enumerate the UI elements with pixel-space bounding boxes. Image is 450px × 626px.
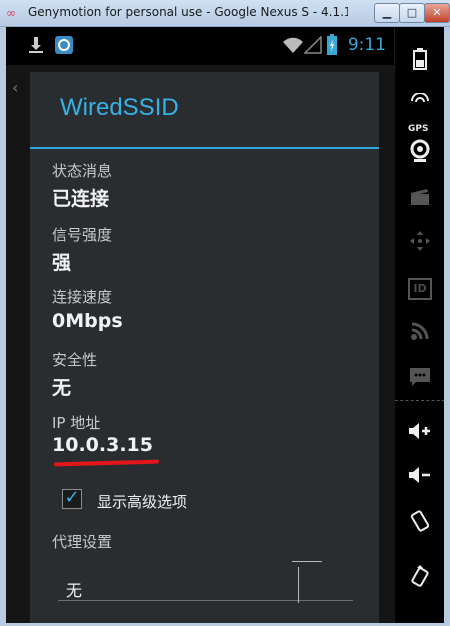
title-divider (30, 147, 379, 149)
genymotion-side-panel: GPS ID (394, 27, 444, 623)
battery-icon[interactable] (395, 39, 444, 79)
dialog-title: WiredSSID (60, 94, 179, 121)
link-speed-value: 0Mbps (52, 310, 123, 332)
emulator-device: 9:11 ‹ WiredSSID 状态消息 已连接 信号强度 强 连接速度 0M… (6, 27, 444, 623)
ip-address-label: IP 地址 (52, 414, 101, 432)
volume-up-icon[interactable] (395, 411, 444, 451)
status-label: 状态消息 (52, 162, 113, 180)
genymotion-logo-icon: ∞ (6, 6, 16, 20)
panel-separator (395, 400, 444, 401)
proxy-settings-label: 代理设置 (52, 533, 113, 551)
ip-address-value: 10.0.3.15 (52, 434, 153, 456)
camera-icon[interactable] (395, 131, 444, 171)
cursor-crosshair (292, 561, 322, 562)
signal-strength-value: 强 (52, 252, 72, 274)
wifi-info-dialog: WiredSSID 状态消息 已连接 信号强度 强 连接速度 0Mbps 安全性… (30, 72, 379, 623)
ip-highlight-underline (53, 459, 160, 467)
rss-icon[interactable] (395, 311, 444, 351)
status-time: 9:11 (347, 35, 386, 55)
rotate-icon[interactable] (395, 557, 444, 597)
close-button[interactable]: ✕ (424, 3, 450, 23)
minimize-button[interactable]: ▁ (374, 3, 400, 23)
proxy-settings-value[interactable]: 无 (66, 577, 82, 601)
advanced-options-label[interactable]: 显示高级选项 (97, 491, 187, 512)
signal-strength-label: 信号强度 (52, 226, 113, 244)
battery-status-icon (326, 34, 338, 60)
id-icon[interactable]: ID (395, 267, 444, 307)
android-screen: ‹ WiredSSID 状态消息 已连接 信号强度 强 连接速度 0Mbps 安… (6, 65, 394, 623)
back-chevron-icon[interactable]: ‹ (12, 78, 18, 97)
security-label: 安全性 (52, 351, 98, 369)
window-title: Genymotion for personal use - Google Nex… (28, 5, 348, 19)
clapperboard-icon[interactable] (395, 177, 444, 217)
sms-icon[interactable] (395, 357, 444, 397)
rotate-icon[interactable] (395, 501, 444, 541)
mouse-cursor (298, 567, 299, 603)
wifi-icon (282, 36, 304, 58)
status-value: 已连接 (52, 188, 110, 210)
security-value: 无 (52, 377, 72, 399)
download-icon (28, 35, 44, 59)
app-notification-icon (54, 35, 74, 59)
maximize-button[interactable]: □ (399, 3, 425, 23)
gps-icon[interactable]: GPS (395, 87, 444, 134)
window-titlebar: ∞ Genymotion for personal use - Google N… (0, 0, 450, 27)
dpad-icon[interactable] (395, 221, 444, 261)
volume-down-icon[interactable] (395, 455, 444, 495)
id-label: ID (408, 278, 432, 300)
android-status-bar: 9:11 (6, 27, 394, 65)
link-speed-label: 连接速度 (52, 288, 113, 306)
advanced-options-checkbox[interactable]: ✓ (62, 489, 82, 509)
proxy-field-underline (58, 600, 353, 601)
signal-icon (303, 35, 322, 58)
